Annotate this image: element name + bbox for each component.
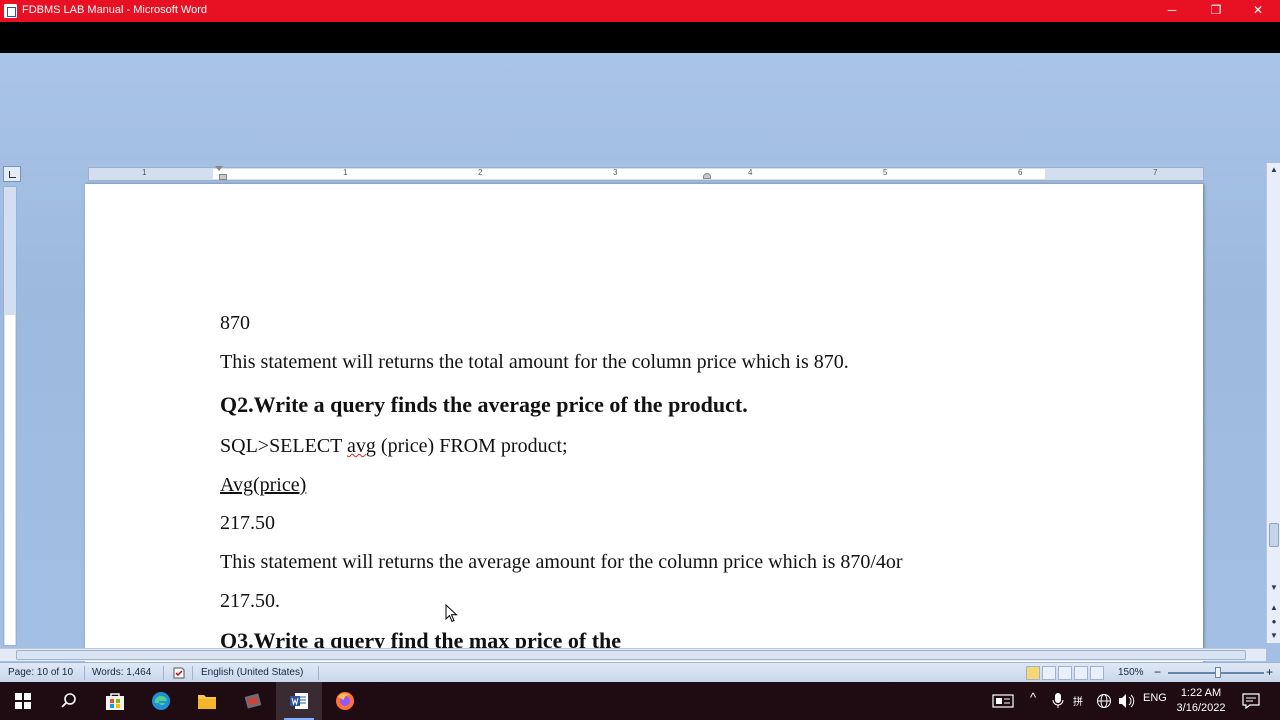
outline-view-button[interactable]: [1074, 666, 1088, 680]
spelling-error-word[interactable]: avg: [347, 435, 376, 457]
ruler-number: 3: [613, 168, 618, 177]
ribbon-area: [0, 22, 1280, 53]
word-count[interactable]: Words: 1,464: [92, 667, 151, 678]
print-layout-view-button[interactable]: [1026, 666, 1040, 680]
windows-logo-icon: [15, 693, 31, 709]
web-layout-view-button[interactable]: [1058, 666, 1072, 680]
vertical-ruler-text-area: [5, 315, 15, 645]
taskbar-app[interactable]: [230, 682, 276, 720]
svg-text:拼: 拼: [1073, 695, 1083, 708]
doc-line: 217.50.: [220, 590, 280, 612]
status-divider: [163, 666, 164, 680]
zoom-level[interactable]: 150%: [1118, 667, 1144, 678]
taskbar-store-app[interactable]: [92, 682, 138, 720]
doc-line: Avg(price): [220, 474, 307, 496]
doc-line: This statement will returns the total am…: [220, 351, 849, 373]
status-bar: Page: 10 of 10 Words: 1,464 English (Uni…: [0, 662, 1280, 682]
ruler-number: 1: [142, 168, 147, 177]
restore-button[interactable]: ❐: [1194, 0, 1238, 22]
film-editor-icon: [244, 693, 262, 709]
window-title: FDBMS LAB Manual - Microsoft Word: [22, 4, 208, 16]
clock-time: 1:22 AM: [1180, 687, 1222, 699]
page-count[interactable]: Page: 10 of 10: [8, 667, 73, 678]
doc-line: 870: [220, 312, 250, 334]
vertical-scroll-thumb[interactable]: [1269, 523, 1279, 547]
previous-page-icon[interactable]: ▲: [1269, 603, 1279, 613]
microphone-icon[interactable]: [1052, 693, 1064, 709]
word-icon: [290, 693, 308, 709]
full-screen-reading-view-button[interactable]: [1042, 666, 1056, 680]
microsoft-store-icon: [106, 693, 124, 710]
doc-text: SQL>SELECT: [220, 435, 348, 457]
ruler-number: 5: [883, 168, 888, 177]
mouse-pointer-icon: [445, 604, 458, 623]
ruler-number: 7: [1153, 168, 1158, 177]
vertical-scrollbar[interactable]: ▲ ▼ ▲ ● ▼: [1266, 163, 1280, 643]
search-button[interactable]: [46, 682, 92, 720]
close-button[interactable]: ✕: [1236, 0, 1280, 22]
taskbar-clock[interactable]: 1:22 AM 3/16/2022: [1172, 686, 1230, 716]
status-divider: [84, 666, 85, 680]
ruler-number: 6: [1018, 168, 1023, 177]
clock-date: 3/16/2022: [1176, 702, 1226, 714]
firefox-icon: [336, 692, 354, 710]
ruler-text-area: [213, 169, 1045, 179]
next-page-icon[interactable]: ▼: [1269, 631, 1279, 641]
vertical-ruler[interactable]: [3, 186, 17, 646]
horizontal-scrollbar[interactable]: [0, 648, 1266, 661]
doc-line: SQL>SELECT avg (price) FROM product;: [220, 435, 568, 458]
draft-view-button[interactable]: [1090, 666, 1104, 680]
language-indicator[interactable]: English (United States): [201, 667, 303, 678]
windows-taskbar: ^ 拼 ENG 1:22 AM 3/16/2022: [0, 682, 1280, 720]
status-divider: [192, 666, 193, 680]
network-globe-icon[interactable]: [1096, 693, 1112, 709]
input-method-icon[interactable]: 拼: [1073, 693, 1089, 709]
doc-text: (price) FROM product;: [375, 435, 568, 457]
minimize-button[interactable]: ─: [1150, 0, 1194, 22]
tab-stop-marker[interactable]: [703, 173, 711, 179]
first-line-indent-marker[interactable]: [215, 166, 223, 172]
zoom-slider-thumb[interactable]: [1215, 667, 1221, 678]
show-hidden-icons-chevron-icon[interactable]: ^: [1030, 690, 1036, 705]
scroll-down-arrow-icon[interactable]: ▼: [1269, 583, 1279, 593]
doc-line: This statement will returns the average …: [220, 551, 903, 573]
horizontal-ruler[interactable]: 1 1 2 3 4 5 6 7: [88, 166, 1204, 181]
scroll-up-arrow-icon[interactable]: ▲: [1269, 165, 1279, 175]
horizontal-scroll-thumb[interactable]: [16, 650, 1246, 660]
left-indent-marker[interactable]: [219, 174, 227, 180]
zoom-in-button[interactable]: +: [1266, 665, 1273, 679]
start-button[interactable]: [0, 682, 46, 720]
news-widget-icon[interactable]: [992, 694, 1014, 708]
volume-icon[interactable]: [1118, 693, 1136, 709]
taskbar-word-app[interactable]: [276, 682, 322, 720]
select-browse-object-icon[interactable]: ●: [1269, 617, 1279, 627]
taskbar-edge-app[interactable]: [138, 682, 184, 720]
proofing-errors-icon[interactable]: [172, 666, 186, 680]
notifications-icon[interactable]: [1242, 693, 1260, 709]
search-icon: [61, 693, 76, 708]
folder-icon: [198, 695, 216, 709]
zoom-out-button[interactable]: −: [1154, 665, 1161, 679]
doc-heading: Q2.Write a query finds the average price…: [220, 392, 748, 417]
tab-selector-button[interactable]: [3, 166, 21, 182]
word-app-icon[interactable]: [4, 4, 17, 18]
status-divider: [318, 666, 319, 680]
ruler-number: 2: [478, 168, 483, 177]
ruler-number: 4: [748, 168, 753, 177]
taskbar-firefox-app[interactable]: [322, 682, 368, 720]
input-language-indicator[interactable]: ENG: [1143, 692, 1167, 704]
ruler-number: 1: [343, 168, 348, 177]
title-bar: FDBMS LAB Manual - Microsoft Word ─ ❐ ✕: [0, 0, 1280, 22]
document-page[interactable]: 870 This statement will returns the tota…: [85, 184, 1203, 662]
doc-line: 217.50: [220, 512, 275, 534]
taskbar-file-explorer[interactable]: [184, 682, 230, 720]
edge-browser-icon: [152, 692, 170, 710]
